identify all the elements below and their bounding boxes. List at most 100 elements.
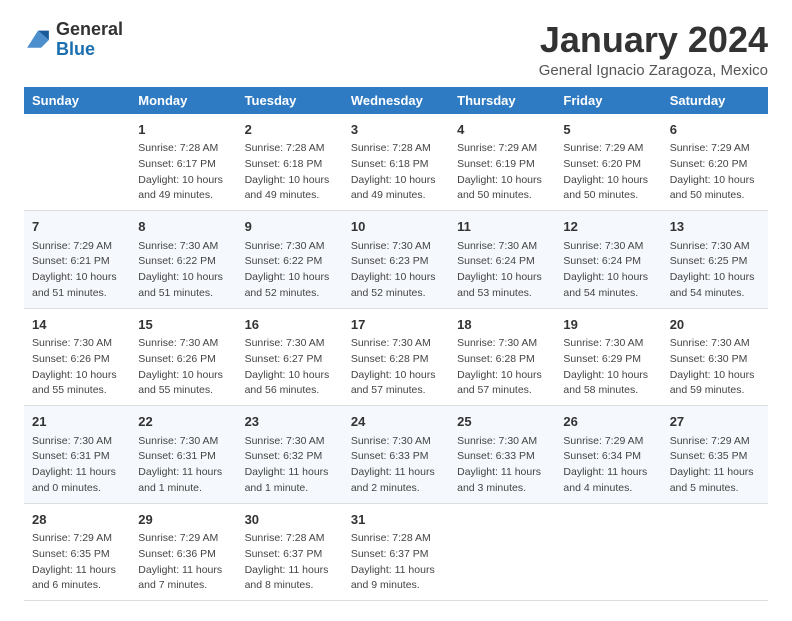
cell-content: Sunrise: 7:30 AMSunset: 6:24 PMDaylight:… <box>457 239 547 302</box>
day-number: 25 <box>457 412 547 432</box>
weekday-header-wednesday: Wednesday <box>343 87 449 114</box>
calendar-cell: 23Sunrise: 7:30 AMSunset: 6:32 PMDayligh… <box>237 406 343 504</box>
calendar-cell: 25Sunrise: 7:30 AMSunset: 6:33 PMDayligh… <box>449 406 555 504</box>
cell-content: Sunrise: 7:30 AMSunset: 6:31 PMDaylight:… <box>138 434 228 497</box>
calendar-cell: 10Sunrise: 7:30 AMSunset: 6:23 PMDayligh… <box>343 211 449 309</box>
cell-content: Sunrise: 7:28 AMSunset: 6:37 PMDaylight:… <box>351 531 441 594</box>
day-number: 2 <box>245 120 335 140</box>
calendar-cell: 22Sunrise: 7:30 AMSunset: 6:31 PMDayligh… <box>130 406 236 504</box>
day-number: 17 <box>351 315 441 335</box>
day-number: 5 <box>563 120 653 140</box>
cell-content: Sunrise: 7:30 AMSunset: 6:28 PMDaylight:… <box>457 336 547 399</box>
calendar-cell: 24Sunrise: 7:30 AMSunset: 6:33 PMDayligh… <box>343 406 449 504</box>
week-row-5: 28Sunrise: 7:29 AMSunset: 6:35 PMDayligh… <box>24 503 768 601</box>
logo-icon <box>24 26 52 54</box>
cell-content: Sunrise: 7:28 AMSunset: 6:17 PMDaylight:… <box>138 141 228 204</box>
calendar-cell: 5Sunrise: 7:29 AMSunset: 6:20 PMDaylight… <box>555 114 661 211</box>
calendar-cell: 26Sunrise: 7:29 AMSunset: 6:34 PMDayligh… <box>555 406 661 504</box>
calendar-cell: 13Sunrise: 7:30 AMSunset: 6:25 PMDayligh… <box>662 211 768 309</box>
cell-content: Sunrise: 7:29 AMSunset: 6:36 PMDaylight:… <box>138 531 228 594</box>
calendar-cell: 17Sunrise: 7:30 AMSunset: 6:28 PMDayligh… <box>343 308 449 406</box>
cell-content: Sunrise: 7:30 AMSunset: 6:33 PMDaylight:… <box>457 434 547 497</box>
day-number: 22 <box>138 412 228 432</box>
title-block: January 2024 General Ignacio Zaragoza, M… <box>539 20 768 79</box>
week-row-3: 14Sunrise: 7:30 AMSunset: 6:26 PMDayligh… <box>24 308 768 406</box>
location-subtitle: General Ignacio Zaragoza, Mexico <box>539 62 768 79</box>
cell-content: Sunrise: 7:30 AMSunset: 6:24 PMDaylight:… <box>563 239 653 302</box>
day-number: 3 <box>351 120 441 140</box>
day-number: 20 <box>670 315 760 335</box>
weekday-header-monday: Monday <box>130 87 236 114</box>
calendar-cell <box>662 503 768 601</box>
day-number: 30 <box>245 510 335 530</box>
day-number: 26 <box>563 412 653 432</box>
day-number: 23 <box>245 412 335 432</box>
weekday-header-friday: Friday <box>555 87 661 114</box>
weekday-header-thursday: Thursday <box>449 87 555 114</box>
day-number: 31 <box>351 510 441 530</box>
calendar-cell <box>555 503 661 601</box>
weekday-header-row: SundayMondayTuesdayWednesdayThursdayFrid… <box>24 87 768 114</box>
calendar-cell: 29Sunrise: 7:29 AMSunset: 6:36 PMDayligh… <box>130 503 236 601</box>
day-number: 9 <box>245 217 335 237</box>
cell-content: Sunrise: 7:29 AMSunset: 6:20 PMDaylight:… <box>670 141 760 204</box>
calendar-cell: 14Sunrise: 7:30 AMSunset: 6:26 PMDayligh… <box>24 308 130 406</box>
cell-content: Sunrise: 7:30 AMSunset: 6:23 PMDaylight:… <box>351 239 441 302</box>
cell-content: Sunrise: 7:29 AMSunset: 6:21 PMDaylight:… <box>32 239 122 302</box>
cell-content: Sunrise: 7:30 AMSunset: 6:29 PMDaylight:… <box>563 336 653 399</box>
cell-content: Sunrise: 7:29 AMSunset: 6:34 PMDaylight:… <box>563 434 653 497</box>
cell-content: Sunrise: 7:30 AMSunset: 6:30 PMDaylight:… <box>670 336 760 399</box>
calendar-cell: 20Sunrise: 7:30 AMSunset: 6:30 PMDayligh… <box>662 308 768 406</box>
weekday-header-saturday: Saturday <box>662 87 768 114</box>
day-number: 1 <box>138 120 228 140</box>
calendar-cell: 28Sunrise: 7:29 AMSunset: 6:35 PMDayligh… <box>24 503 130 601</box>
calendar-cell: 19Sunrise: 7:30 AMSunset: 6:29 PMDayligh… <box>555 308 661 406</box>
calendar-table: SundayMondayTuesdayWednesdayThursdayFrid… <box>24 87 768 602</box>
day-number: 19 <box>563 315 653 335</box>
calendar-cell: 21Sunrise: 7:30 AMSunset: 6:31 PMDayligh… <box>24 406 130 504</box>
cell-content: Sunrise: 7:30 AMSunset: 6:22 PMDaylight:… <box>138 239 228 302</box>
day-number: 6 <box>670 120 760 140</box>
calendar-cell: 30Sunrise: 7:28 AMSunset: 6:37 PMDayligh… <box>237 503 343 601</box>
calendar-cell: 27Sunrise: 7:29 AMSunset: 6:35 PMDayligh… <box>662 406 768 504</box>
cell-content: Sunrise: 7:30 AMSunset: 6:26 PMDaylight:… <box>138 336 228 399</box>
cell-content: Sunrise: 7:30 AMSunset: 6:27 PMDaylight:… <box>245 336 335 399</box>
logo-general-text: General <box>56 19 123 39</box>
weekday-header-sunday: Sunday <box>24 87 130 114</box>
calendar-cell: 16Sunrise: 7:30 AMSunset: 6:27 PMDayligh… <box>237 308 343 406</box>
day-number: 12 <box>563 217 653 237</box>
calendar-cell: 6Sunrise: 7:29 AMSunset: 6:20 PMDaylight… <box>662 114 768 211</box>
calendar-cell: 18Sunrise: 7:30 AMSunset: 6:28 PMDayligh… <box>449 308 555 406</box>
cell-content: Sunrise: 7:29 AMSunset: 6:20 PMDaylight:… <box>563 141 653 204</box>
day-number: 21 <box>32 412 122 432</box>
calendar-cell: 11Sunrise: 7:30 AMSunset: 6:24 PMDayligh… <box>449 211 555 309</box>
day-number: 16 <box>245 315 335 335</box>
calendar-cell: 9Sunrise: 7:30 AMSunset: 6:22 PMDaylight… <box>237 211 343 309</box>
day-number: 7 <box>32 217 122 237</box>
calendar-cell: 1Sunrise: 7:28 AMSunset: 6:17 PMDaylight… <box>130 114 236 211</box>
calendar-cell: 12Sunrise: 7:30 AMSunset: 6:24 PMDayligh… <box>555 211 661 309</box>
day-number: 27 <box>670 412 760 432</box>
calendar-cell: 3Sunrise: 7:28 AMSunset: 6:18 PMDaylight… <box>343 114 449 211</box>
day-number: 10 <box>351 217 441 237</box>
cell-content: Sunrise: 7:28 AMSunset: 6:18 PMDaylight:… <box>245 141 335 204</box>
cell-content: Sunrise: 7:28 AMSunset: 6:18 PMDaylight:… <box>351 141 441 204</box>
calendar-cell <box>449 503 555 601</box>
calendar-cell: 4Sunrise: 7:29 AMSunset: 6:19 PMDaylight… <box>449 114 555 211</box>
day-number: 4 <box>457 120 547 140</box>
week-row-4: 21Sunrise: 7:30 AMSunset: 6:31 PMDayligh… <box>24 406 768 504</box>
cell-content: Sunrise: 7:29 AMSunset: 6:35 PMDaylight:… <box>670 434 760 497</box>
cell-content: Sunrise: 7:28 AMSunset: 6:37 PMDaylight:… <box>245 531 335 594</box>
day-number: 28 <box>32 510 122 530</box>
day-number: 13 <box>670 217 760 237</box>
calendar-cell: 15Sunrise: 7:30 AMSunset: 6:26 PMDayligh… <box>130 308 236 406</box>
cell-content: Sunrise: 7:30 AMSunset: 6:26 PMDaylight:… <box>32 336 122 399</box>
calendar-cell <box>24 114 130 211</box>
page-header: General Blue January 2024 General Ignaci… <box>24 20 768 79</box>
cell-content: Sunrise: 7:30 AMSunset: 6:31 PMDaylight:… <box>32 434 122 497</box>
calendar-cell: 7Sunrise: 7:29 AMSunset: 6:21 PMDaylight… <box>24 211 130 309</box>
week-row-1: 1Sunrise: 7:28 AMSunset: 6:17 PMDaylight… <box>24 114 768 211</box>
cell-content: Sunrise: 7:29 AMSunset: 6:35 PMDaylight:… <box>32 531 122 594</box>
cell-content: Sunrise: 7:30 AMSunset: 6:25 PMDaylight:… <box>670 239 760 302</box>
day-number: 8 <box>138 217 228 237</box>
